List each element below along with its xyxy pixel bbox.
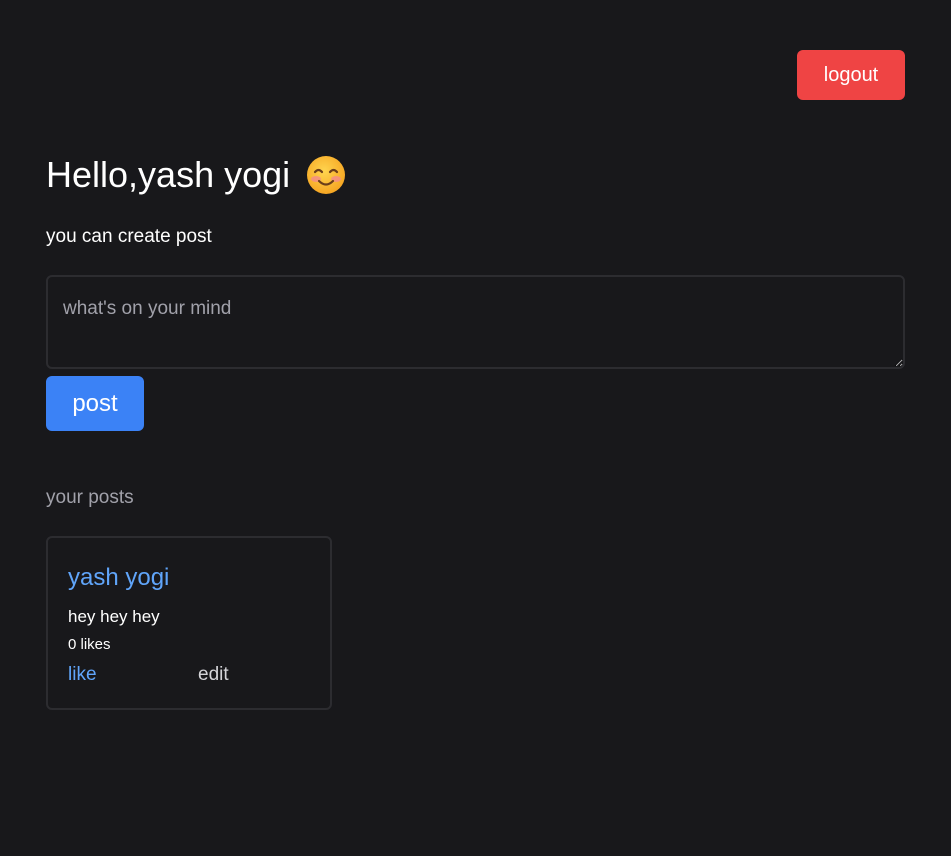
post-likes-count: 0 likes <box>68 636 111 653</box>
greeting-heading: Hello, yash yogi <box>46 150 346 200</box>
create-post-subtitle: you can create post <box>46 226 212 247</box>
greeting-user-name: yash yogi <box>138 154 291 195</box>
post-content: hey hey hey <box>68 607 160 626</box>
smiling-face-icon <box>306 155 346 195</box>
like-link[interactable]: like <box>68 662 97 688</box>
logout-button[interactable]: logout <box>797 50 905 100</box>
post-input[interactable] <box>46 275 905 369</box>
post-author: yash yogi <box>68 564 170 591</box>
post-button[interactable]: post <box>46 376 144 431</box>
edit-link[interactable]: edit <box>198 662 229 688</box>
post-card: yash yogi hey hey hey 0 likes like edit <box>46 536 332 710</box>
greeting-hello: Hello, <box>46 154 139 195</box>
your-posts-heading: your posts <box>46 487 134 508</box>
